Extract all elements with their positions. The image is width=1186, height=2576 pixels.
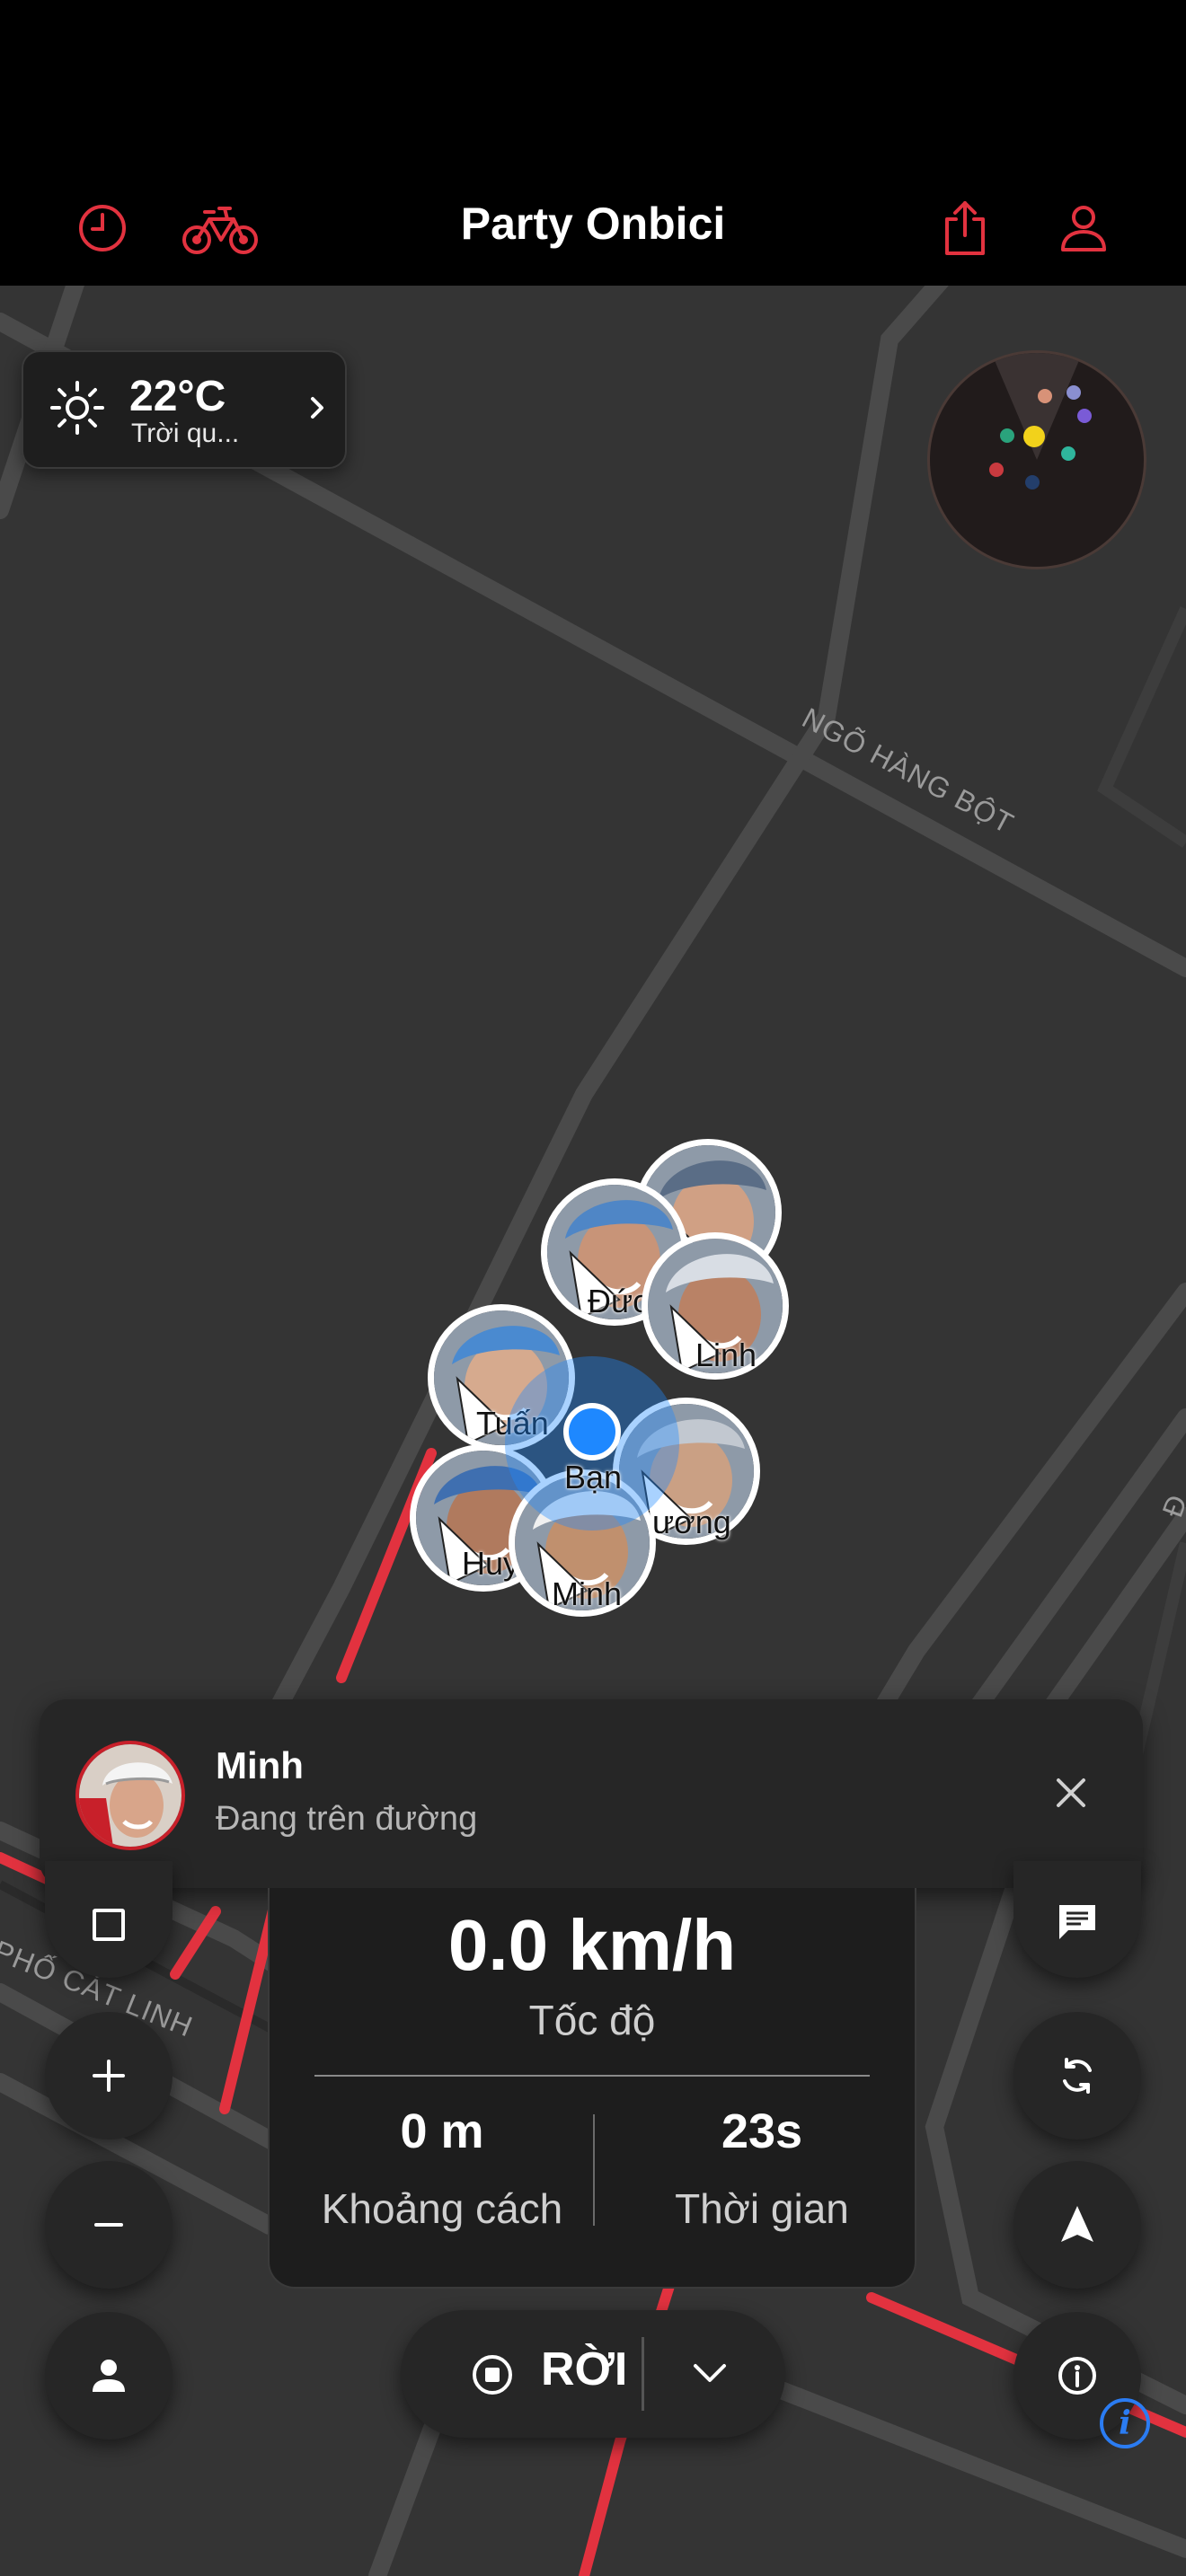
- square-icon: [93, 1909, 125, 1941]
- radar-dot: [1067, 385, 1081, 400]
- radar-dot: [1023, 426, 1045, 447]
- speed-label: Tốc độ: [528, 1997, 656, 2043]
- rider-radar[interactable]: [927, 350, 1146, 569]
- weather-widget[interactable]: 22°C Trời qu...: [22, 350, 347, 469]
- notification-status: Đang trên đường: [216, 1800, 478, 1838]
- radar-dot: [1025, 475, 1040, 490]
- radar-dot: [1000, 428, 1014, 443]
- radar-dot: [1038, 389, 1052, 403]
- divider: [314, 2075, 870, 2077]
- sun-icon: [49, 379, 106, 441]
- weather-condition: Trời qu...: [131, 419, 240, 448]
- top-bar: Party Onbici: [0, 171, 1186, 286]
- zoom-in-button[interactable]: [45, 2012, 173, 2139]
- divider: [593, 2114, 595, 2226]
- map-attribution-icon[interactable]: i: [1100, 2398, 1150, 2448]
- rider-notification[interactable]: Minh Đang trên đường: [40, 1699, 1143, 1888]
- radar-svg: [989, 353, 1092, 490]
- distance-stat: 0 m Khoảng cách: [289, 2104, 595, 2233]
- info-icon: [1058, 2357, 1096, 2395]
- person-button[interactable]: [45, 2312, 173, 2439]
- radar-dot: [1061, 446, 1075, 461]
- distance-label: Khoảng cách: [321, 2185, 563, 2232]
- navigation-button[interactable]: [1013, 2161, 1141, 2289]
- notification-rider-name: Minh: [216, 1744, 304, 1786]
- speed-value: 0.0 km/h: [447, 1905, 737, 1985]
- navigation-arrow-icon: [1061, 2206, 1093, 2242]
- weather-temperature: 22°C: [129, 373, 226, 420]
- time-value: 23s: [721, 2104, 803, 2158]
- zoom-out-button[interactable]: [45, 2161, 173, 2289]
- stop-icon: [471, 2353, 514, 2401]
- avatar: [75, 1741, 185, 1850]
- radar-dot: [1077, 409, 1092, 423]
- person-icon: [93, 2360, 125, 2392]
- minus-icon: [94, 2223, 123, 2227]
- distance-value: 0 m: [400, 2104, 484, 2158]
- close-icon[interactable]: [1042, 1764, 1100, 1822]
- rider-name: Đức: [588, 1283, 650, 1319]
- time-stat: 23s Thời gian: [609, 2104, 915, 2233]
- share-icon[interactable]: [929, 196, 1001, 260]
- plus-icon: [93, 2060, 125, 2092]
- chevron-right-icon: [309, 393, 327, 427]
- status-bar: [0, 0, 1186, 171]
- chevron-down-icon[interactable]: [692, 2360, 728, 2392]
- app-title: Party Onbici: [460, 198, 726, 249]
- my-location-label: Bạn: [564, 1459, 623, 1495]
- refresh-button[interactable]: [1013, 2012, 1141, 2139]
- profile-icon[interactable]: [1048, 196, 1120, 260]
- divider: [642, 2337, 644, 2411]
- time-label: Thời gian: [675, 2185, 849, 2232]
- rider-name: Minh: [552, 1575, 623, 1612]
- my-location-dot[interactable]: [563, 1403, 621, 1460]
- refresh-icon: [1063, 2058, 1092, 2094]
- ride-stats-panel: 0.0 km/h Tốc độ 0 m Khoảng cách 23s Thời…: [268, 1888, 916, 2289]
- leave-button[interactable]: RỜI: [401, 2310, 785, 2438]
- rider-name: Linh: [695, 1337, 757, 1373]
- radar-dot: [989, 463, 1004, 477]
- leave-label: RỜI: [541, 2343, 628, 2395]
- chat-icon: [1059, 1905, 1095, 1939]
